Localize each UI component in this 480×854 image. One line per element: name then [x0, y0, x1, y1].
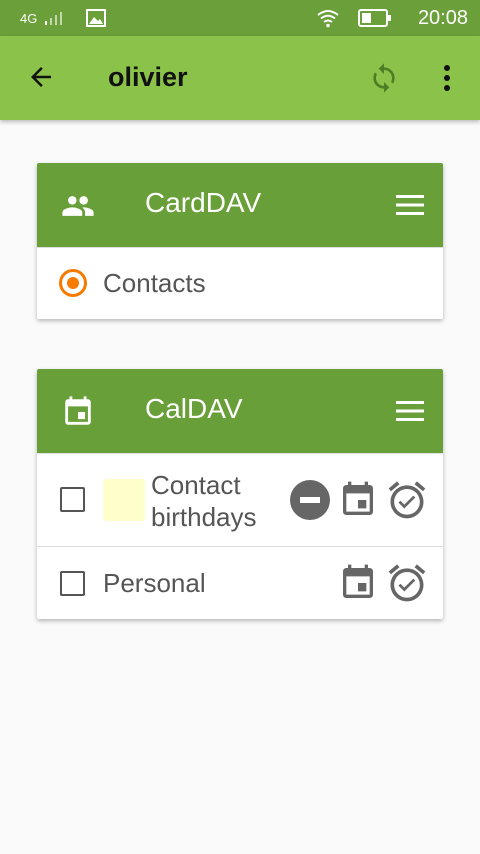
calendar-color-swatch: [103, 479, 145, 521]
list-item-personal[interactable]: Personal: [37, 546, 443, 619]
signal-icon: [45, 12, 62, 25]
caldav-title: CalDAV: [145, 393, 243, 424]
carddav-header: CardDAV: [37, 163, 443, 247]
alarm-check-icon: [388, 564, 426, 602]
contact-birthdays-label: Contact birthdays: [151, 469, 257, 533]
contact-birthdays-label-line2: birthdays: [151, 502, 257, 532]
image-icon: [86, 9, 106, 27]
clock: 20:08: [417, 7, 468, 29]
carddav-card: CardDAV Contacts: [37, 163, 443, 319]
read-only-icon: [290, 480, 330, 520]
wifi-icon: [317, 10, 339, 28]
network-type: 4G: [20, 11, 38, 26]
personal-label: Personal: [103, 568, 206, 598]
alarm-check-icon: [388, 481, 426, 519]
caldav-header: CalDAV: [37, 369, 443, 453]
caldav-card: CalDAV Contact birthdays Personal: [37, 369, 443, 619]
personal-checkbox[interactable]: [60, 571, 85, 596]
contacts-label: Contacts: [103, 268, 206, 298]
list-item-contacts[interactable]: Contacts: [37, 247, 443, 319]
carddav-title: CardDAV: [145, 187, 262, 218]
calendar-icon: [343, 481, 373, 515]
page-title: olivier: [108, 62, 188, 92]
sync-icon[interactable]: [368, 62, 400, 94]
contact-birthdays-label-line1: Contact: [151, 470, 241, 500]
list-item-contact-birthdays[interactable]: Contact birthdays: [37, 453, 443, 546]
battery-icon: [358, 9, 391, 27]
calendar-icon: [343, 564, 373, 598]
back-arrow-icon[interactable]: [26, 62, 56, 92]
contact-birthdays-checkbox[interactable]: [60, 487, 85, 512]
contacts-radio-button[interactable]: [59, 269, 87, 297]
menu-icon[interactable]: [395, 399, 425, 423]
status-bar: 4G 20:08: [0, 0, 480, 36]
calendar-icon: [65, 396, 91, 425]
people-icon: [62, 196, 94, 216]
app-bar: olivier: [0, 36, 480, 120]
more-vert-icon[interactable]: [436, 64, 458, 92]
menu-icon[interactable]: [395, 193, 425, 217]
